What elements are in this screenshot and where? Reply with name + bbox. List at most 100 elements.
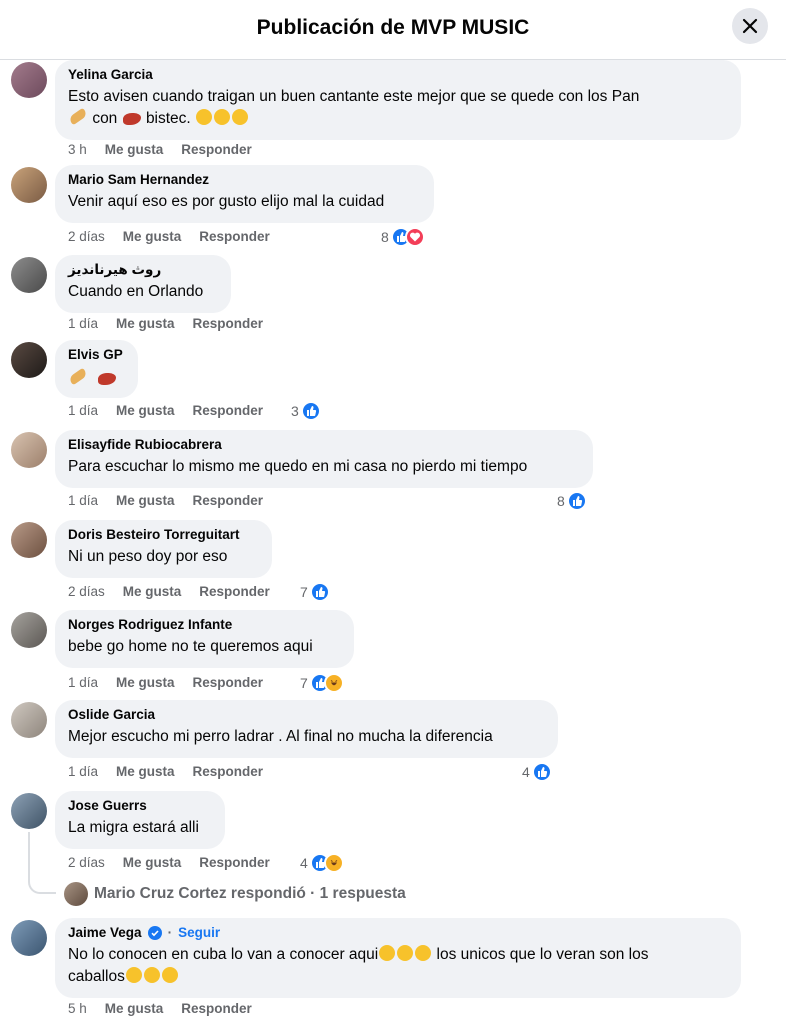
reaction-count: 3: [291, 403, 299, 419]
like-button[interactable]: Me gusta: [116, 316, 175, 331]
laughing-emoji-icon: [125, 967, 142, 983]
reply-button[interactable]: Responder: [193, 493, 264, 508]
avatar[interactable]: [11, 612, 47, 648]
like-reaction-icon: [309, 582, 330, 602]
comment-author[interactable]: Doris Besteiro Torreguitart: [68, 526, 259, 544]
reply-button[interactable]: Responder: [199, 584, 270, 599]
like-button[interactable]: Me gusta: [105, 1001, 164, 1016]
reply-button[interactable]: Responder: [193, 403, 264, 418]
sad-emoji-icon: [232, 109, 249, 125]
comment-actions: 3 h Me gusta Responder: [68, 142, 252, 157]
bread-emoji-icon: [68, 367, 88, 386]
reaction-count: 8: [557, 493, 565, 509]
avatar[interactable]: [11, 257, 47, 293]
view-replies-link[interactable]: Mario Cruz Cortez respondió · 1 respuest…: [64, 882, 406, 906]
like-button[interactable]: Me gusta: [123, 584, 182, 599]
avatar: [64, 882, 88, 906]
like-button[interactable]: Me gusta: [116, 764, 175, 779]
verified-badge-icon: [147, 926, 162, 940]
comment-author[interactable]: Jaime Vega: [68, 924, 142, 942]
reaction-count: 8: [381, 229, 389, 245]
like-button[interactable]: Me gusta: [116, 675, 175, 690]
comment-text: caballos: [68, 968, 125, 985]
comment-time[interactable]: 1 día: [68, 403, 98, 418]
comment-author[interactable]: روث هيرنانديز: [68, 261, 218, 279]
reaction-summary[interactable]: 8: [557, 491, 587, 511]
reaction-summary[interactable]: 4: [522, 762, 552, 782]
comment-actions: 1 día Me gusta Responder: [68, 316, 263, 331]
reaction-summary[interactable]: 7: [300, 582, 330, 602]
comment-time[interactable]: 1 día: [68, 675, 98, 690]
avatar[interactable]: [11, 793, 47, 829]
meat-emoji-icon: [122, 113, 141, 125]
reaction-summary[interactable]: 4: [300, 853, 344, 873]
bread-emoji-icon: [68, 107, 88, 126]
comment-time[interactable]: 1 día: [68, 764, 98, 779]
comment-actions: 1 día Me gusta Responder: [68, 764, 263, 779]
avatar[interactable]: [11, 432, 47, 468]
comment-actions: 5 h Me gusta Responder: [68, 1001, 252, 1016]
reaction-count: 4: [522, 764, 530, 780]
laughing-emoji-icon: [143, 967, 160, 983]
avatar[interactable]: [11, 920, 47, 956]
like-button[interactable]: Me gusta: [116, 493, 175, 508]
avatar[interactable]: [11, 522, 47, 558]
comment-time[interactable]: 1 día: [68, 316, 98, 331]
comment-bubble: Norges Rodriguez Infante bebe go home no…: [55, 610, 354, 668]
comment-bubble: Yelina Garcia Esto avisen cuando traigan…: [55, 60, 741, 140]
avatar[interactable]: [11, 62, 47, 98]
comment-actions: 2 días Me gusta Responder: [68, 229, 270, 244]
reaction-summary[interactable]: 3: [291, 401, 321, 421]
close-button[interactable]: [732, 8, 768, 44]
like-reaction-icon: [566, 491, 587, 511]
like-button[interactable]: Me gusta: [116, 403, 175, 418]
like-button[interactable]: Me gusta: [123, 855, 182, 870]
comment-time[interactable]: 3 h: [68, 142, 87, 157]
like-button[interactable]: Me gusta: [123, 229, 182, 244]
comment-time[interactable]: 5 h: [68, 1001, 87, 1016]
comment-author[interactable]: Norges Rodriguez Infante: [68, 616, 341, 634]
comment-author[interactable]: Elvis GP: [68, 346, 125, 364]
comment-text: con: [92, 110, 118, 127]
comment-time[interactable]: 1 día: [68, 493, 98, 508]
post-header: Publicación de MVP MUSIC: [0, 0, 786, 60]
comment-author[interactable]: Yelina Garcia: [68, 66, 728, 84]
comment-time[interactable]: 2 días: [68, 855, 105, 870]
comment-time[interactable]: 2 días: [68, 229, 105, 244]
avatar[interactable]: [11, 167, 47, 203]
meat-emoji-icon: [98, 373, 117, 385]
comment-bubble: Elisayfide Rubiocabrera Para escuchar lo…: [55, 430, 593, 488]
reply-button[interactable]: Responder: [193, 316, 264, 331]
comment-text: Venir aquí eso es por gusto elijo mal la…: [68, 193, 385, 210]
comment-author[interactable]: Oslide Garcia: [68, 706, 545, 724]
reaction-summary[interactable]: 8: [381, 227, 425, 247]
like-reaction-icon: [300, 401, 321, 421]
comment-text: Mejor escucho mi perro ladrar . Al final…: [68, 728, 493, 745]
comment-bubble: Jaime Vega · Seguir No lo conocen en cub…: [55, 918, 741, 998]
reply-button[interactable]: Responder: [199, 229, 270, 244]
reply-button[interactable]: Responder: [199, 855, 270, 870]
follow-button[interactable]: Seguir: [178, 924, 220, 942]
comment-text: los unicos que lo veran son los: [436, 946, 649, 963]
reaction-summary[interactable]: 7: [300, 673, 344, 693]
comment-text: Ni un peso doy por eso: [68, 548, 228, 565]
reply-button[interactable]: Responder: [193, 764, 264, 779]
page-title: Publicación de MVP MUSIC: [256, 16, 530, 39]
avatar[interactable]: [11, 342, 47, 378]
comment-text: Esto avisen cuando traigan un buen canta…: [68, 88, 640, 105]
comment-bubble: Oslide Garcia Mejor escucho mi perro lad…: [55, 700, 558, 758]
comment-bubble: Mario Sam Hernandez Venir aquí eso es po…: [55, 165, 434, 223]
reaction-count: 4: [300, 855, 308, 871]
comment-author[interactable]: Elisayfide Rubiocabrera: [68, 436, 580, 454]
reply-button[interactable]: Responder: [181, 142, 252, 157]
like-button[interactable]: Me gusta: [105, 142, 164, 157]
comment-text: bistec.: [145, 110, 191, 127]
close-icon: [742, 18, 758, 34]
comment-bubble: روث هيرنانديز Cuando en Orlando: [55, 255, 231, 313]
comment-author[interactable]: Mario Sam Hernandez: [68, 171, 421, 189]
reply-button[interactable]: Responder: [193, 675, 264, 690]
reply-button[interactable]: Responder: [181, 1001, 252, 1016]
comment-author[interactable]: Jose Guerrs: [68, 797, 212, 815]
comment-time[interactable]: 2 días: [68, 584, 105, 599]
avatar[interactable]: [11, 702, 47, 738]
